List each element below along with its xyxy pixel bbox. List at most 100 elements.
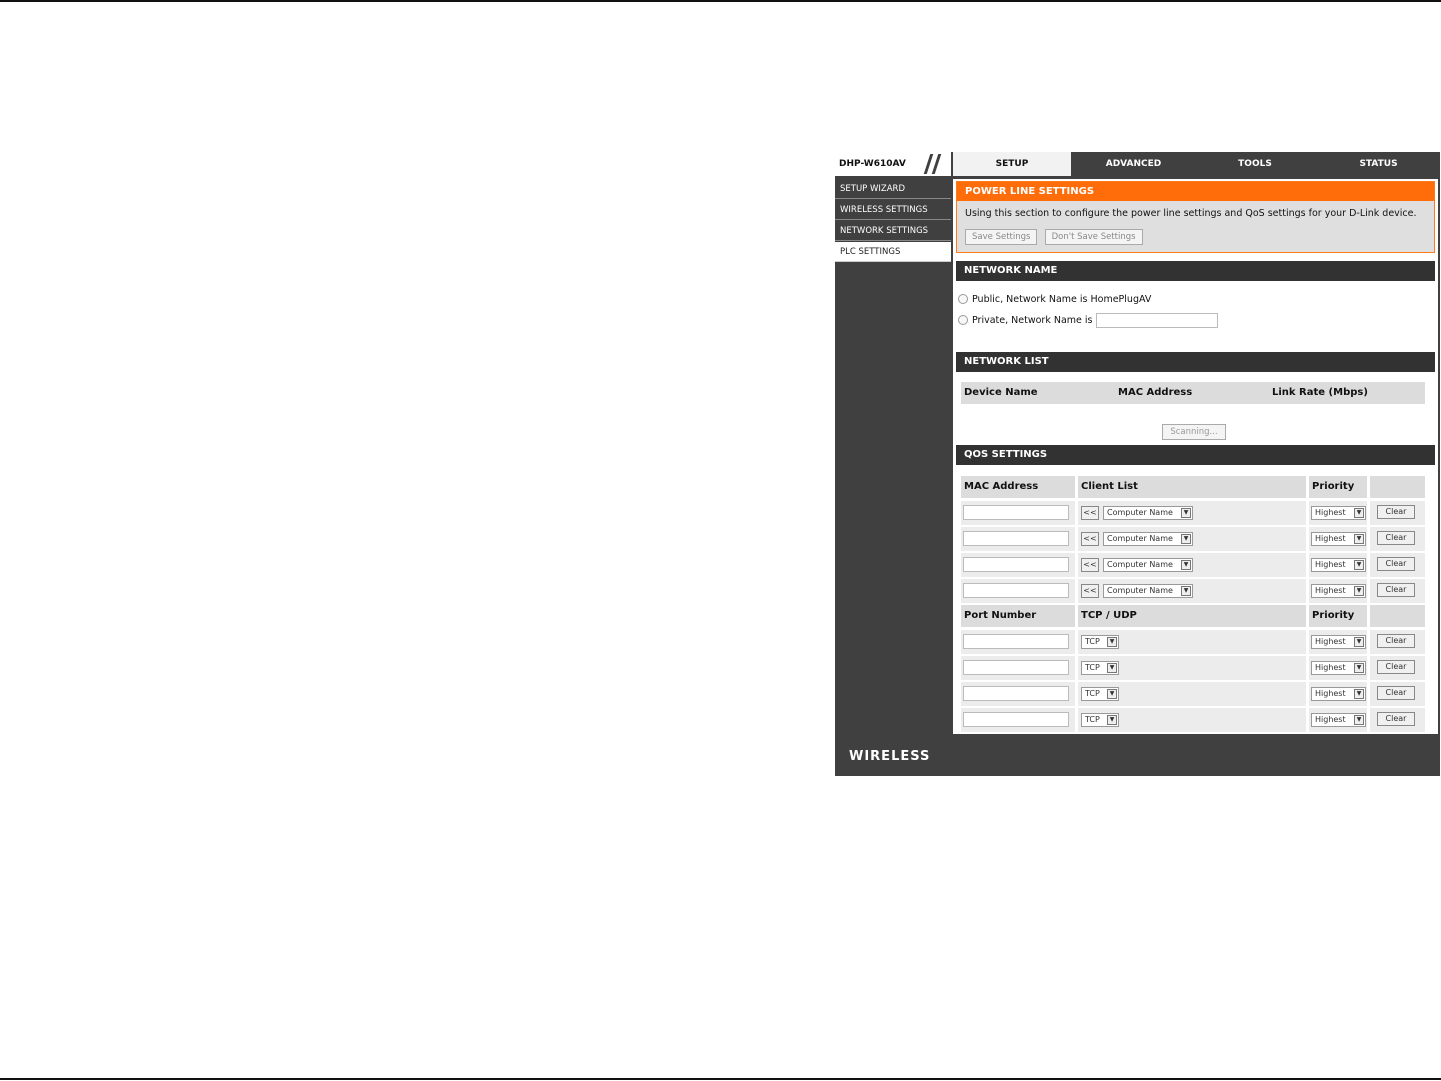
client-list-select-value: Computer Name bbox=[1107, 586, 1173, 595]
private-radio[interactable] bbox=[958, 315, 968, 325]
table-row: TCP ▼ Highest ▼ Clear bbox=[961, 656, 1425, 680]
mac-address-input[interactable] bbox=[963, 583, 1069, 598]
model-label: DHP-W610AV bbox=[835, 152, 915, 176]
wireless-brand-logo: WIRELESS bbox=[849, 749, 931, 764]
qos-settings-heading: QOS SETTINGS bbox=[956, 445, 1435, 465]
priority-select-value: Highest bbox=[1315, 715, 1346, 724]
main-content: POWER LINE SETTINGS Using this section t… bbox=[953, 179, 1438, 734]
chevron-down-icon: ▼ bbox=[1107, 637, 1117, 647]
sidebar-item-setup-wizard[interactable]: SETUP WIZARD bbox=[835, 179, 951, 199]
copy-client-button[interactable]: << bbox=[1081, 532, 1099, 546]
port-number-input[interactable] bbox=[963, 712, 1069, 727]
private-network-name-input[interactable] bbox=[1096, 312, 1219, 328]
client-list-select-value: Computer Name bbox=[1107, 508, 1173, 517]
protocol-select-value: TCP bbox=[1085, 663, 1100, 672]
public-radio[interactable] bbox=[958, 294, 968, 304]
protocol-select-value: TCP bbox=[1085, 689, 1100, 698]
bottom-rule bbox=[0, 1078, 1441, 1080]
private-network-option[interactable]: Private, Network Name is bbox=[958, 312, 1219, 328]
priority-select[interactable]: Highest ▼ bbox=[1311, 558, 1366, 572]
dont-save-settings-button[interactable]: Don't Save Settings bbox=[1044, 229, 1143, 245]
priority-select[interactable]: Highest ▼ bbox=[1311, 532, 1366, 546]
table-row: << Computer Name ▼ Highest ▼ Clear bbox=[961, 501, 1425, 525]
clear-button[interactable]: Clear bbox=[1377, 583, 1415, 597]
client-list-select[interactable]: Computer Name ▼ bbox=[1103, 506, 1193, 520]
sidebar-item-network-settings[interactable]: NETWORK SETTINGS bbox=[835, 221, 951, 241]
footer-bar: WIRELESS bbox=[835, 736, 1440, 776]
priority-select[interactable]: Highest ▼ bbox=[1311, 584, 1366, 598]
port-number-input[interactable] bbox=[963, 686, 1069, 701]
col-mac-address: MAC Address bbox=[1118, 387, 1193, 398]
copy-client-button[interactable]: << bbox=[1081, 506, 1099, 520]
protocol-select[interactable]: TCP ▼ bbox=[1081, 713, 1119, 727]
mac-address-input[interactable] bbox=[963, 557, 1069, 572]
power-line-settings-title: POWER LINE SETTINGS bbox=[957, 182, 1434, 201]
priority-select-value: Highest bbox=[1315, 586, 1346, 595]
chevron-down-icon: ▼ bbox=[1107, 715, 1117, 725]
chevron-down-icon: ▼ bbox=[1354, 508, 1364, 518]
settings-button-row: Save Settings Don't Save Settings bbox=[965, 229, 1143, 245]
mac-address-input[interactable] bbox=[963, 531, 1069, 546]
priority-select-value: Highest bbox=[1315, 560, 1346, 569]
tab-setup[interactable]: SETUP bbox=[953, 152, 1071, 176]
table-row: TCP ▼ Highest ▼ Clear bbox=[961, 708, 1425, 732]
priority-select[interactable]: Highest ▼ bbox=[1311, 506, 1366, 520]
mac-address-input[interactable] bbox=[963, 505, 1069, 520]
protocol-select[interactable]: TCP ▼ bbox=[1081, 635, 1119, 649]
priority-select-value: Highest bbox=[1315, 508, 1346, 517]
public-network-option[interactable]: Public, Network Name is HomePlugAV bbox=[958, 291, 1151, 307]
clear-button[interactable]: Clear bbox=[1377, 712, 1415, 726]
model-slashes-decoration bbox=[915, 152, 951, 176]
chevron-down-icon: ▼ bbox=[1181, 534, 1191, 544]
col-tcp-udp: TCP / UDP bbox=[1081, 610, 1137, 621]
sidebar-item-wireless-settings[interactable]: WIRELESS SETTINGS bbox=[835, 200, 951, 220]
clear-button[interactable]: Clear bbox=[1377, 634, 1415, 648]
priority-select-value: Highest bbox=[1315, 663, 1346, 672]
clear-button[interactable]: Clear bbox=[1377, 660, 1415, 674]
client-list-select[interactable]: Computer Name ▼ bbox=[1103, 584, 1193, 598]
col-client-list: Client List bbox=[1081, 481, 1138, 492]
public-network-label: Public, Network Name is HomePlugAV bbox=[972, 293, 1152, 305]
chevron-down-icon: ▼ bbox=[1354, 560, 1364, 570]
copy-client-button[interactable]: << bbox=[1081, 584, 1099, 598]
power-line-description: Using this section to configure the powe… bbox=[965, 208, 1417, 219]
chevron-down-icon: ▼ bbox=[1181, 586, 1191, 596]
tab-tools[interactable]: TOOLS bbox=[1196, 152, 1314, 176]
protocol-select[interactable]: TCP ▼ bbox=[1081, 687, 1119, 701]
network-list-heading: NETWORK LIST bbox=[956, 352, 1435, 372]
port-number-input[interactable] bbox=[963, 660, 1069, 675]
col-port-priority: Priority bbox=[1312, 610, 1355, 621]
table-row: TCP ▼ Highest ▼ Clear bbox=[961, 630, 1425, 654]
clear-button[interactable]: Clear bbox=[1377, 505, 1415, 519]
tab-advanced[interactable]: ADVANCED bbox=[1074, 152, 1193, 176]
client-list-select[interactable]: Computer Name ▼ bbox=[1103, 532, 1193, 546]
save-settings-button[interactable]: Save Settings bbox=[965, 229, 1038, 245]
clear-button[interactable]: Clear bbox=[1377, 531, 1415, 545]
chevron-down-icon: ▼ bbox=[1181, 560, 1191, 570]
chevron-down-icon: ▼ bbox=[1354, 663, 1364, 673]
power-line-settings-panel: POWER LINE SETTINGS Using this section t… bbox=[956, 181, 1435, 253]
chevron-down-icon: ▼ bbox=[1354, 637, 1364, 647]
qos-port-header: Port Number TCP / UDP Priority bbox=[961, 605, 1425, 627]
copy-client-button[interactable]: << bbox=[1081, 558, 1099, 572]
priority-select-value: Highest bbox=[1315, 637, 1346, 646]
sidebar-item-plc-settings[interactable]: PLC SETTINGS bbox=[835, 242, 951, 262]
client-list-select-value: Computer Name bbox=[1107, 534, 1173, 543]
clear-button[interactable]: Clear bbox=[1377, 686, 1415, 700]
top-rule bbox=[0, 0, 1441, 2]
protocol-select-value: TCP bbox=[1085, 637, 1100, 646]
tab-status[interactable]: STATUS bbox=[1317, 152, 1440, 176]
client-list-select-value: Computer Name bbox=[1107, 560, 1173, 569]
priority-select[interactable]: Highest ▼ bbox=[1311, 635, 1366, 649]
priority-select[interactable]: Highest ▼ bbox=[1311, 687, 1366, 701]
client-list-select[interactable]: Computer Name ▼ bbox=[1103, 558, 1193, 572]
priority-select[interactable]: Highest ▼ bbox=[1311, 661, 1366, 675]
clear-button[interactable]: Clear bbox=[1377, 557, 1415, 571]
priority-select[interactable]: Highest ▼ bbox=[1311, 713, 1366, 727]
scanning-button[interactable]: Scanning... bbox=[1162, 424, 1226, 440]
port-number-input[interactable] bbox=[963, 634, 1069, 649]
priority-select-value: Highest bbox=[1315, 534, 1346, 543]
protocol-select[interactable]: TCP ▼ bbox=[1081, 661, 1119, 675]
chevron-down-icon: ▼ bbox=[1354, 534, 1364, 544]
priority-select-value: Highest bbox=[1315, 689, 1346, 698]
